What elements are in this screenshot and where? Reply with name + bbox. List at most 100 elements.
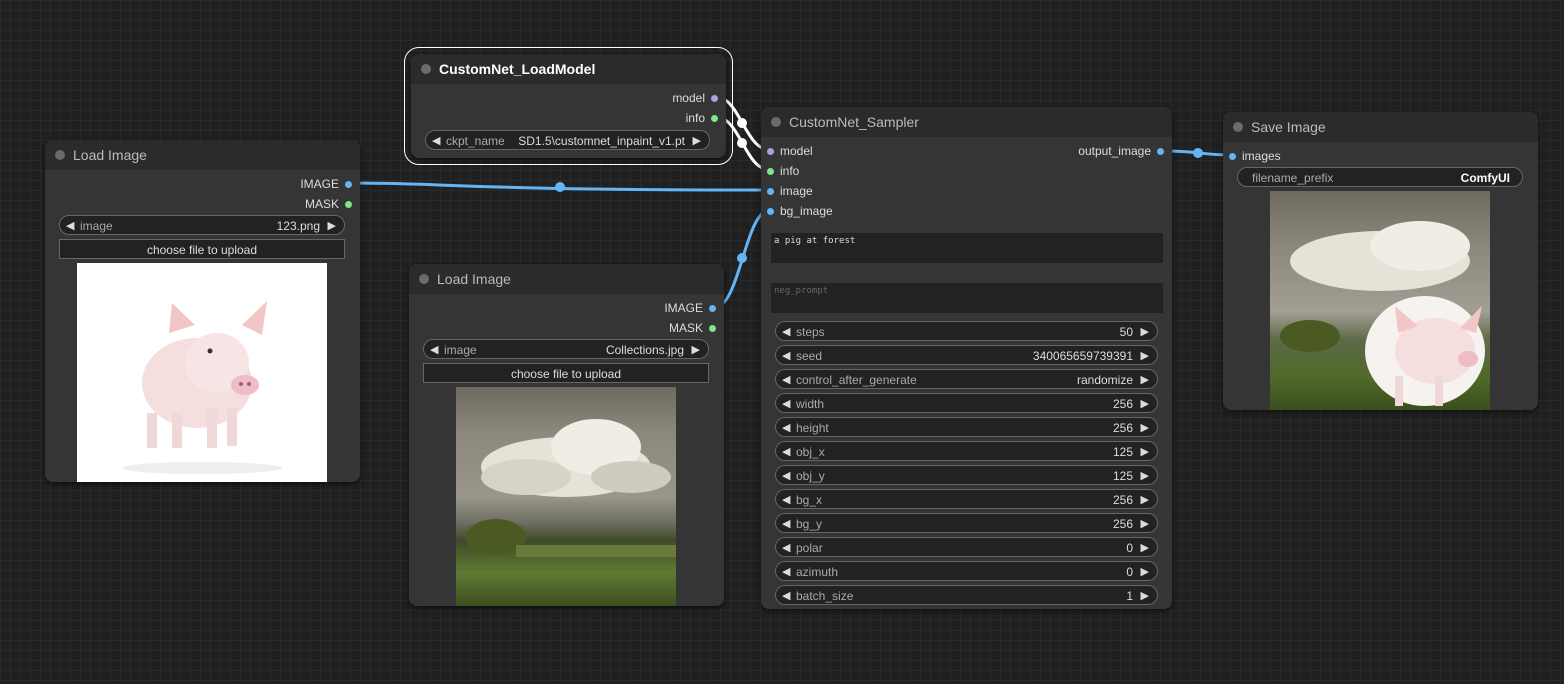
node-title-text: Load Image [437, 271, 511, 287]
widget-batch-size[interactable]: ◀ batch_size 1 ▶ [775, 585, 1158, 605]
decrement-arrow-icon[interactable]: ◀ [782, 322, 790, 342]
input-images[interactable]: images [1229, 148, 1281, 164]
input-pin-icon[interactable] [1229, 153, 1236, 161]
prompt-textarea[interactable]: a pig at forest [771, 233, 1163, 263]
ckpt-name-combo[interactable]: ◀ ckpt_name SD1.5\customnet_inpaint_v1.p… [425, 130, 710, 150]
output-pin-icon[interactable] [709, 325, 716, 333]
increment-arrow-icon[interactable]: ▶ [1141, 466, 1149, 486]
widget-width[interactable]: ◀ width 256 ▶ [775, 393, 1158, 413]
upload-button[interactable]: choose file to upload [59, 239, 345, 259]
input-pin-icon[interactable] [767, 208, 774, 216]
node-load-image-1[interactable]: Load Image IMAGE MASK ◀ image 123.png ▶ … [45, 140, 360, 482]
collapse-dot-icon[interactable] [419, 274, 429, 284]
increment-arrow-icon[interactable]: ▶ [1141, 490, 1149, 510]
decrement-arrow-icon[interactable]: ◀ [782, 394, 790, 414]
decrement-arrow-icon[interactable]: ◀ [782, 346, 790, 366]
filename-prefix-field[interactable]: filename_prefix ComfyUI [1237, 167, 1523, 187]
decrement-arrow-icon[interactable]: ◀ [782, 442, 790, 462]
input-pin-icon[interactable] [767, 168, 774, 176]
output-pin-icon[interactable] [709, 305, 716, 313]
increment-arrow-icon[interactable]: ▶ [1141, 586, 1149, 606]
output-mask[interactable]: MASK [305, 196, 352, 212]
node-load-image-2[interactable]: Load Image IMAGE MASK ◀ image Collection… [409, 264, 724, 606]
decrement-arrow-icon[interactable]: ◀ [782, 562, 790, 582]
widget-control-after-generate[interactable]: ◀ control_after_generate randomize ▶ [775, 369, 1158, 389]
input-pin-icon[interactable] [767, 188, 774, 196]
output-pin-icon[interactable] [711, 115, 718, 123]
widget-seed[interactable]: ◀ seed 340065659739391 ▶ [775, 345, 1158, 365]
output-pin-icon[interactable] [345, 181, 352, 189]
widget-value: SD1.5\customnet_inpaint_v1.pt [518, 134, 685, 148]
neg-prompt-textarea[interactable]: neg_prompt [771, 283, 1163, 313]
increment-arrow-icon[interactable]: ▶ [692, 340, 700, 360]
input-bg-image[interactable]: bg_image [767, 203, 833, 219]
input-info[interactable]: info [767, 163, 799, 179]
input-image[interactable]: image [767, 183, 813, 199]
node-title[interactable]: CustomNet_LoadModel [411, 54, 726, 84]
decrement-arrow-icon[interactable]: ◀ [782, 538, 790, 558]
widget-polar[interactable]: ◀ polar 0 ▶ [775, 537, 1158, 557]
collapse-dot-icon[interactable] [771, 117, 781, 127]
increment-arrow-icon[interactable]: ▶ [693, 131, 701, 151]
widget-label: azimuth [796, 565, 839, 579]
node-title[interactable]: Save Image [1223, 112, 1538, 142]
widget-bg-x[interactable]: ◀ bg_x 256 ▶ [775, 489, 1158, 509]
output-image[interactable]: IMAGE [300, 176, 352, 192]
image-preview-landscape [456, 387, 676, 606]
widget-value: 125 [1112, 469, 1133, 483]
increment-arrow-icon[interactable]: ▶ [1141, 394, 1149, 414]
widget-obj-x[interactable]: ◀ obj_x 125 ▶ [775, 441, 1158, 461]
decrement-arrow-icon[interactable]: ◀ [782, 514, 790, 534]
decrement-arrow-icon[interactable]: ◀ [66, 216, 74, 236]
output-model[interactable]: model [672, 90, 718, 106]
collapse-dot-icon[interactable] [55, 150, 65, 160]
increment-arrow-icon[interactable]: ▶ [1141, 538, 1149, 558]
widget-value: 340065659739391 [1032, 349, 1133, 363]
decrement-arrow-icon[interactable]: ◀ [432, 131, 440, 151]
output-output-image[interactable]: output_image [1078, 143, 1164, 159]
decrement-arrow-icon[interactable]: ◀ [782, 370, 790, 390]
node-customnet-sampler[interactable]: CustomNet_Sampler model info image bg_im… [761, 107, 1172, 609]
image-combo[interactable]: ◀ image 123.png ▶ [59, 215, 345, 235]
output-pin-icon[interactable] [1157, 148, 1164, 156]
upload-button[interactable]: choose file to upload [423, 363, 709, 383]
widget-bg-y[interactable]: ◀ bg_y 256 ▶ [775, 513, 1158, 533]
node-save-image[interactable]: Save Image images filename_prefix ComfyU… [1223, 112, 1538, 410]
input-model[interactable]: model [767, 143, 813, 159]
widget-value: 256 [1112, 517, 1133, 531]
collapse-dot-icon[interactable] [421, 64, 431, 74]
increment-arrow-icon[interactable]: ▶ [1141, 514, 1149, 534]
collapse-dot-icon[interactable] [1233, 122, 1243, 132]
node-title[interactable]: CustomNet_Sampler [761, 107, 1172, 137]
widget-value: 256 [1112, 397, 1133, 411]
increment-arrow-icon[interactable]: ▶ [1141, 562, 1149, 582]
node-title[interactable]: Load Image [409, 264, 724, 294]
decrement-arrow-icon[interactable]: ◀ [430, 340, 438, 360]
decrement-arrow-icon[interactable]: ◀ [782, 466, 790, 486]
increment-arrow-icon[interactable]: ▶ [1141, 442, 1149, 462]
input-label: bg_image [780, 204, 833, 218]
output-mask[interactable]: MASK [669, 320, 716, 336]
node-title[interactable]: Load Image [45, 140, 360, 170]
widget-value: 256 [1112, 493, 1133, 507]
increment-arrow-icon[interactable]: ▶ [328, 216, 336, 236]
increment-arrow-icon[interactable]: ▶ [1141, 418, 1149, 438]
decrement-arrow-icon[interactable]: ◀ [782, 418, 790, 438]
widget-obj-y[interactable]: ◀ obj_y 125 ▶ [775, 465, 1158, 485]
decrement-arrow-icon[interactable]: ◀ [782, 490, 790, 510]
output-pin-icon[interactable] [345, 201, 352, 209]
increment-arrow-icon[interactable]: ▶ [1141, 322, 1149, 342]
increment-arrow-icon[interactable]: ▶ [1141, 346, 1149, 366]
widget-value: 1 [1126, 589, 1133, 603]
widget-steps[interactable]: ◀ steps 50 ▶ [775, 321, 1158, 341]
widget-azimuth[interactable]: ◀ azimuth 0 ▶ [775, 561, 1158, 581]
widget-height[interactable]: ◀ height 256 ▶ [775, 417, 1158, 437]
decrement-arrow-icon[interactable]: ◀ [782, 586, 790, 606]
output-pin-icon[interactable] [711, 95, 718, 103]
image-combo[interactable]: ◀ image Collections.jpg ▶ [423, 339, 709, 359]
output-info[interactable]: info [686, 110, 718, 126]
output-image[interactable]: IMAGE [664, 300, 716, 316]
increment-arrow-icon[interactable]: ▶ [1141, 370, 1149, 390]
input-pin-icon[interactable] [767, 148, 774, 156]
node-customnet-loadmodel[interactable]: CustomNet_LoadModel model info ◀ ckpt_na… [404, 47, 733, 165]
